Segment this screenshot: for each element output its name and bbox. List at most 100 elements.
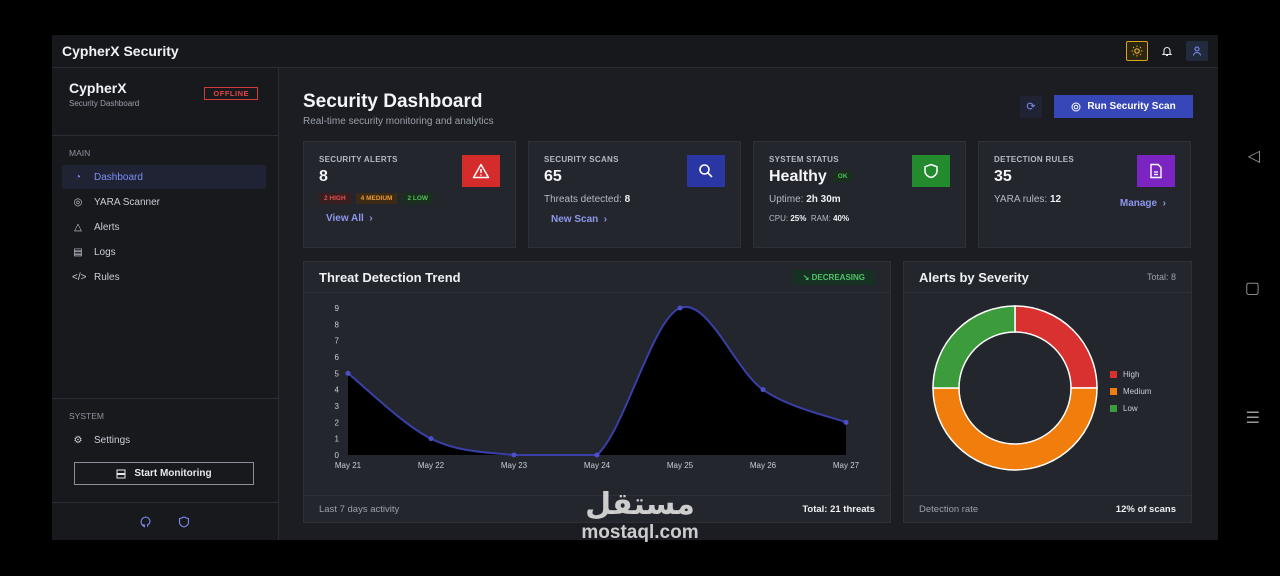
code-icon: </> [72, 271, 87, 283]
watermark-latin: mostaql.com [581, 522, 699, 543]
donut-slice-low [932, 305, 1016, 389]
search-icon [687, 155, 725, 187]
app-title: CypherX Security [62, 43, 179, 59]
security-scans-card: SECURITY SCANS 65 Threats detected: 8 Ne… [528, 141, 741, 248]
security-alerts-card: SECURITY ALERTS 8 2 HIGH 4 MEDIUM 2 LOW … [303, 141, 516, 248]
watermark-arabic: مستقل [585, 487, 695, 522]
radar-icon [1071, 102, 1081, 111]
trend-point [511, 452, 517, 458]
stat-cards: SECURITY ALERTS 8 2 HIGH 4 MEDIUM 2 LOW … [303, 141, 1193, 248]
legend-item-low: Low [1110, 400, 1151, 417]
sidebar: CypherX Security Dashboard OFFLINE MAIN … [52, 68, 279, 540]
android-back-icon[interactable]: ◁ [1248, 146, 1260, 166]
bell-icon [1161, 47, 1173, 57]
view-all-link[interactable]: View All › [326, 213, 500, 224]
sidebar-item-label: Dashboard [94, 171, 143, 183]
system-status-card: SYSTEM STATUS Healthy OK Uptime: 2h 30m C… [753, 141, 966, 248]
warning-icon: △ [74, 221, 82, 233]
server-icon [116, 469, 126, 478]
refresh-button[interactable]: ⟳ [1020, 95, 1042, 118]
clipboard-icon: ▤ [73, 246, 83, 258]
severity-total: Total: 8 [1146, 272, 1176, 282]
y-tick-label: 4 [335, 386, 340, 395]
trend-footer-total: Total: 21 threats [802, 503, 875, 515]
manage-link[interactable]: Manage › [1120, 198, 1166, 209]
sidebar-footer [52, 502, 278, 540]
threat-trend-chart: 0 1 2 3 4 5 6 7 8 9 May 21 May 22 May 23 May 24 May 25… [335, 304, 860, 470]
panel-title: Threat Detection Trend [319, 269, 461, 285]
github-icon[interactable] [140, 515, 152, 528]
y-tick-label: 0 [335, 451, 340, 460]
trend-point [760, 387, 766, 393]
ok-badge: OK [832, 171, 853, 183]
start-monitoring-button[interactable]: Start Monitoring [74, 462, 254, 485]
android-recents-icon[interactable]: ☰ [1246, 408, 1260, 428]
detection-rules-card: DETECTION RULES 35 YARA rules: 12 Manage… [978, 141, 1191, 248]
sidebar-item-label: Settings [94, 434, 131, 446]
sidebar-item-dashboard[interactable]: ◔ Dashboard [62, 165, 266, 189]
screen: CypherX Security CypherX Security Dashbo… [0, 0, 1280, 576]
y-tick-label: 6 [335, 353, 340, 362]
y-tick-label: 1 [335, 435, 340, 444]
threats-detected: Threats detected: 8 [544, 194, 631, 205]
sidebar-item-logs[interactable]: ▤ Logs [62, 240, 266, 264]
system-section: SYSTEM ⚙ Settings Start Monitoring [52, 398, 278, 485]
trend-badge: ↘ DECREASING [792, 269, 875, 285]
gear-icon: ⚙ [73, 434, 83, 446]
warning-icon [462, 155, 500, 187]
trend-point [345, 370, 351, 376]
donut-slice-high [1014, 305, 1098, 389]
android-home-icon[interactable]: ▢ [1245, 278, 1260, 298]
run-security-scan-label: Run Security Scan [1087, 101, 1176, 112]
sidebar-header: CypherX Security Dashboard OFFLINE [52, 68, 278, 136]
x-tick-label: May 23 [501, 461, 528, 470]
trend-point [428, 436, 434, 442]
file-icon [1137, 155, 1175, 187]
x-tick-label: May 26 [750, 461, 777, 470]
medium-count-badge: 4 MEDIUM [355, 193, 398, 204]
y-tick-label: 8 [335, 320, 340, 329]
run-security-scan-button[interactable]: Run Security Scan [1054, 95, 1193, 118]
theme-toggle-button[interactable] [1126, 41, 1148, 61]
sidebar-item-settings[interactable]: ⚙ Settings [62, 428, 266, 452]
shield-icon[interactable] [178, 515, 190, 528]
new-scan-link[interactable]: New Scan › [551, 214, 725, 225]
y-tick-label: 2 [335, 418, 340, 427]
x-tick-label: May 22 [418, 461, 445, 470]
sidebar-item-label: Rules [94, 271, 120, 283]
severity-footer-left: Detection rate [919, 503, 979, 515]
sidebar-item-alerts[interactable]: △ Alerts [62, 215, 266, 239]
x-tick-label: May 24 [584, 461, 611, 470]
user-menu-button[interactable] [1186, 41, 1208, 61]
user-icon [1192, 46, 1202, 56]
refresh-icon: ⟳ [1026, 101, 1036, 113]
sun-icon [1131, 45, 1143, 57]
resource-usage: CPU: 25% RAM: 40% [769, 214, 850, 223]
sidebar-item-yara-scanner[interactable]: ◎ YARA Scanner [62, 190, 266, 214]
x-tick-label: May 25 [667, 461, 694, 470]
x-tick-label: May 21 [335, 461, 362, 470]
trend-point [843, 419, 849, 425]
legend-swatch [1110, 405, 1117, 412]
y-tick-label: 9 [335, 304, 340, 313]
watermark: مستقل mostaql.com [565, 488, 715, 544]
notifications-button[interactable] [1156, 41, 1178, 61]
legend-swatch [1110, 371, 1117, 378]
threat-trend-panel: Threat Detection Trend ↘ DECREASING 0 1 2 3… [303, 261, 891, 523]
trend-point [677, 305, 683, 311]
legend-swatch [1110, 388, 1117, 395]
donut-slice-medium [932, 387, 1098, 471]
start-monitoring-label: Start Monitoring [134, 468, 212, 479]
sidebar-item-label: Logs [94, 246, 116, 258]
trend-point [594, 452, 600, 458]
severity-footer-rate: 12% of scans [1115, 503, 1176, 515]
severity-legend: High Medium Low [1110, 366, 1151, 417]
legend-item-high: High [1110, 366, 1151, 383]
status-badge: OFFLINE [204, 87, 258, 100]
trend-area [348, 306, 846, 455]
main-section-label: MAIN [69, 148, 91, 158]
severity-panel: Alerts by Severity Total: 8 High Medium Lo… [903, 261, 1192, 523]
sidebar-item-rules[interactable]: </> Rules [62, 265, 266, 289]
legend-item-medium: Medium [1110, 383, 1151, 400]
panel-title: Alerts by Severity [919, 269, 1029, 285]
